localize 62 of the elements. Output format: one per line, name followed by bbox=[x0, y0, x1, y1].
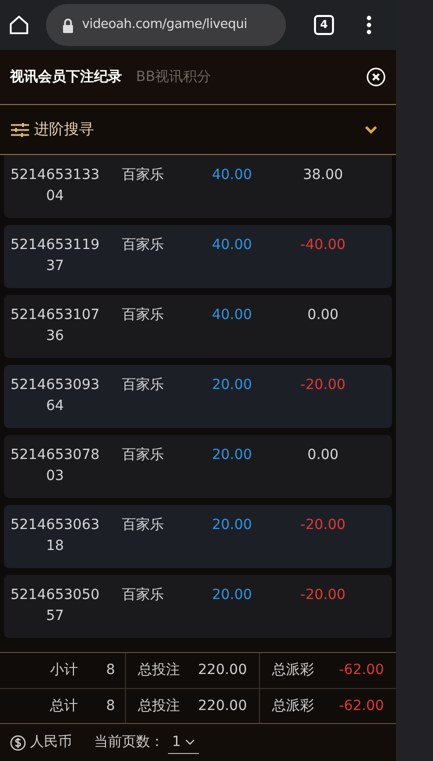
lock-icon bbox=[62, 18, 74, 32]
more-icon[interactable] bbox=[366, 15, 372, 35]
total-bet-label: 总投注 bbox=[138, 661, 180, 680]
payout-amount: 0.00 bbox=[306, 306, 340, 325]
game-name: 百家乐 bbox=[122, 446, 165, 465]
bet-amount: 40.00 bbox=[210, 306, 254, 325]
total-bet-value: 220.00 bbox=[198, 696, 247, 716]
sliders-icon bbox=[10, 122, 30, 138]
bet-amount: 20.00 bbox=[210, 376, 254, 395]
bet-amount: 40.00 bbox=[210, 166, 254, 185]
summary-count: 8 bbox=[106, 661, 115, 680]
payout-amount: 38.00 bbox=[302, 166, 344, 185]
total-bet-label: 总投注 bbox=[138, 696, 180, 716]
tab-count[interactable]: 4 bbox=[314, 15, 334, 35]
payout-amount: 0.00 bbox=[306, 446, 340, 465]
close-icon[interactable] bbox=[366, 67, 386, 87]
payout-amount: -20.00 bbox=[299, 376, 347, 395]
record-id: 521465306318 bbox=[9, 516, 101, 556]
record-card[interactable]: 521465305057 百家乐 20.00 -20.00 bbox=[4, 575, 392, 638]
payout-amount: -20.00 bbox=[299, 586, 347, 605]
record-id: 521465310736 bbox=[9, 306, 101, 346]
summary-label: 总计 bbox=[50, 696, 78, 716]
summary-label: 小计 bbox=[50, 661, 78, 680]
home-icon[interactable] bbox=[8, 14, 30, 36]
record-card[interactable]: 521465309364 百家乐 20.00 -20.00 bbox=[4, 365, 392, 428]
page-label: 当前页数： bbox=[94, 733, 164, 752]
currency-label: 人民币 bbox=[30, 733, 72, 752]
bet-amount: 20.00 bbox=[210, 446, 254, 465]
game-name: 百家乐 bbox=[122, 586, 165, 605]
record-card[interactable]: 521465313304 百家乐 40.00 38.00 bbox=[4, 155, 392, 218]
game-name: 百家乐 bbox=[122, 236, 165, 255]
record-card[interactable]: 521465307803 百家乐 20.00 0.00 bbox=[4, 435, 392, 498]
record-card[interactable]: 521465310736 百家乐 40.00 0.00 bbox=[4, 295, 392, 358]
dollar-icon bbox=[10, 734, 26, 750]
caret-icon bbox=[184, 739, 195, 745]
record-id: 521465307803 bbox=[9, 446, 101, 486]
game-name: 百家乐 bbox=[122, 376, 165, 395]
total-payout-label: 总派彩 bbox=[272, 696, 314, 716]
total-payout-value: -62.00 bbox=[338, 661, 384, 680]
game-name: 百家乐 bbox=[122, 306, 165, 325]
address-bar[interactable]: videoah.com/game/livequi bbox=[46, 4, 286, 46]
bet-amount: 20.00 bbox=[210, 516, 254, 535]
tab[interactable]: 视讯会员下注纪录 bbox=[10, 66, 122, 88]
game-name: 百家乐 bbox=[122, 516, 165, 535]
payout-amount: -40.00 bbox=[299, 236, 347, 255]
record-id: 521465311937 bbox=[9, 236, 101, 276]
bet-amount: 40.00 bbox=[210, 236, 254, 255]
total-payout-label: 总派彩 bbox=[272, 661, 314, 680]
record-id: 521465309364 bbox=[9, 376, 101, 416]
record-card[interactable]: 521465306318 百家乐 20.00 -20.00 bbox=[4, 505, 392, 568]
record-id: 521465305057 bbox=[9, 586, 101, 626]
game-name: 百家乐 bbox=[122, 166, 165, 185]
page-select[interactable]: 1 bbox=[168, 732, 199, 754]
payout-amount: -20.00 bbox=[299, 516, 347, 535]
total-payout-value: -62.00 bbox=[338, 696, 384, 716]
total-bet-value: 220.00 bbox=[198, 661, 247, 680]
record-id: 521465313304 bbox=[9, 166, 101, 206]
summary-count: 8 bbox=[106, 696, 115, 716]
url-text: videoah.com/game/livequi bbox=[82, 16, 248, 34]
record-card[interactable]: 521465311937 百家乐 40.00 -40.00 bbox=[4, 225, 392, 288]
bet-amount: 20.00 bbox=[210, 586, 254, 605]
search-label: 进阶搜寻 bbox=[34, 119, 94, 140]
